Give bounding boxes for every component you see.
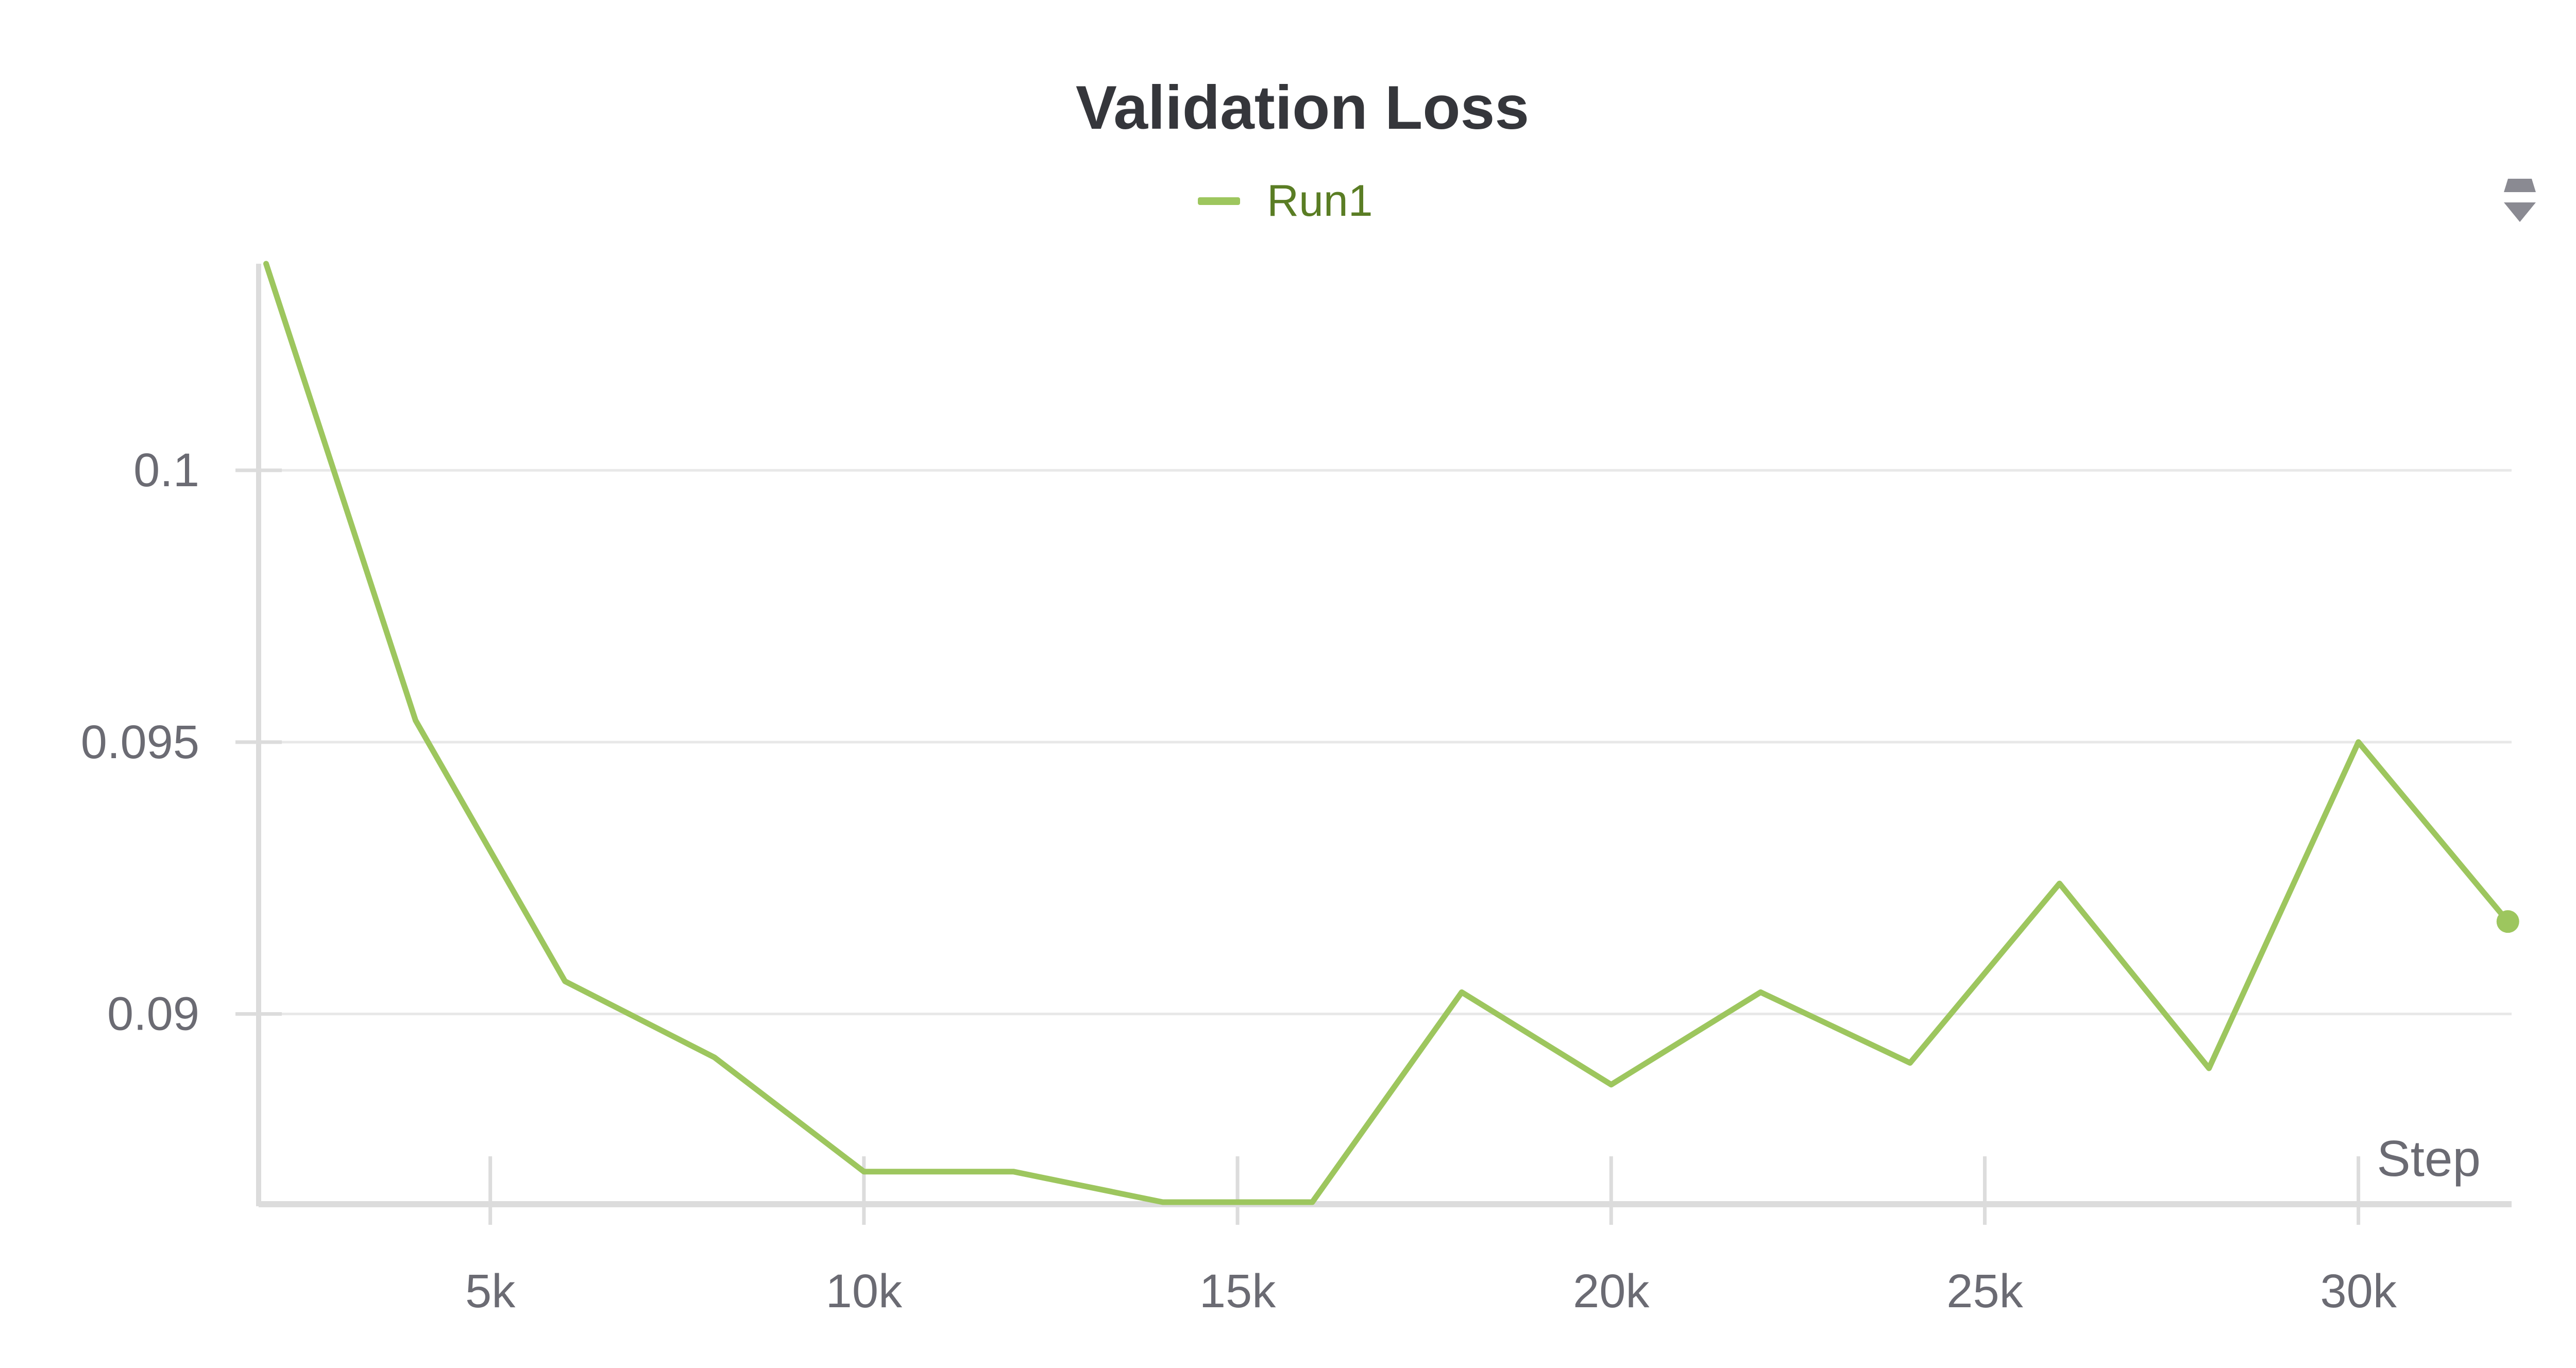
x-tick-label: 10k [826, 1265, 903, 1318]
x-tick-label: 25k [1946, 1265, 2023, 1318]
x-tick-label: 5k [465, 1265, 516, 1318]
plot-area: 0.09 0.095 0.1 5k 10k 15k 20k 25k 30k Step [81, 261, 2519, 1318]
x-tick-label: 30k [2320, 1265, 2397, 1318]
series-line-run1 [263, 261, 2511, 1205]
chart-panel: Validation Loss Run1 0.09 0.095 0.1 5k 10k 15… [0, 0, 2576, 1368]
y-tick-label: 0.1 [133, 444, 199, 497]
series-end-point [2496, 910, 2519, 933]
x-tick-label: 15k [1199, 1265, 1276, 1318]
x-tick-label: 20k [1573, 1265, 1650, 1318]
x-axis-label: Step [2377, 1130, 2481, 1187]
y-tick-label: 0.095 [81, 716, 199, 768]
y-tick-label: 0.09 [107, 988, 199, 1040]
